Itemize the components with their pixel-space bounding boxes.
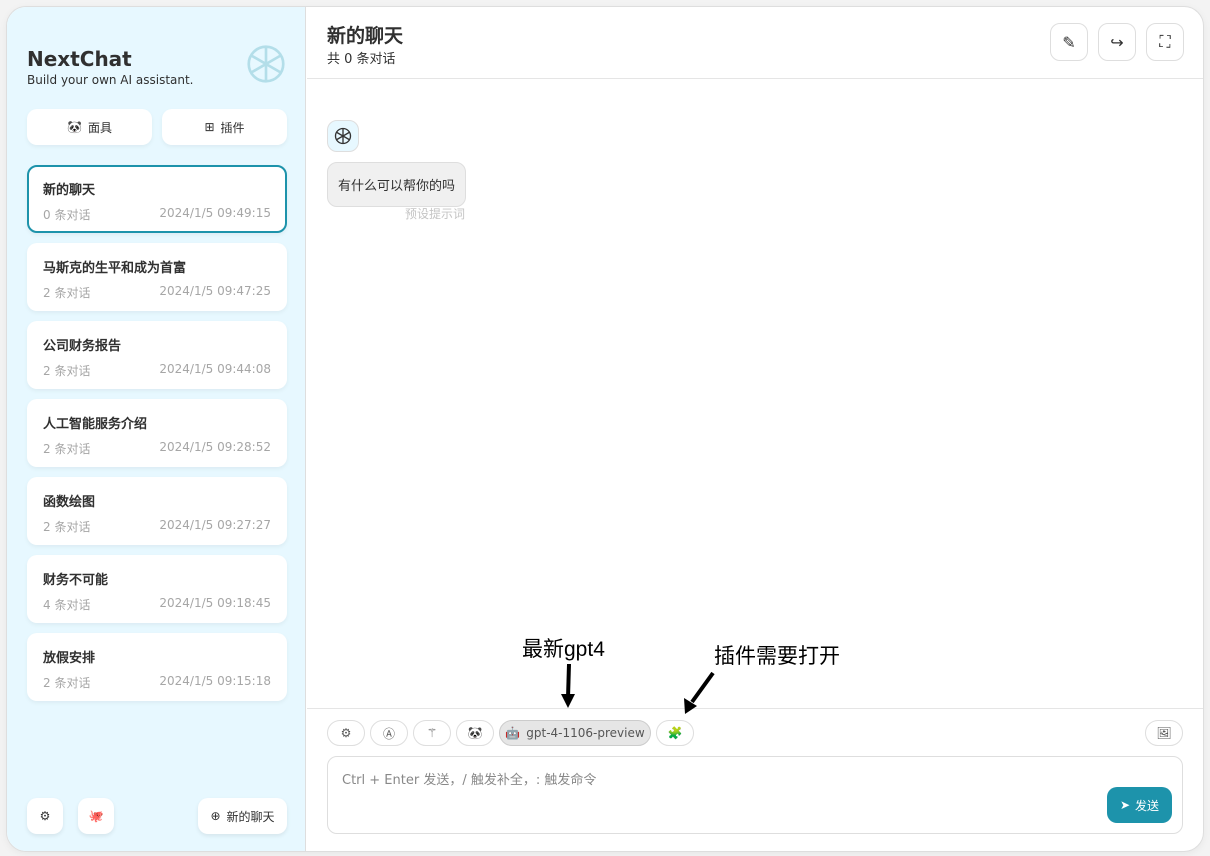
annotation-arrows xyxy=(561,663,715,714)
arrow-icon xyxy=(684,671,715,714)
arrow-icon xyxy=(561,663,575,708)
